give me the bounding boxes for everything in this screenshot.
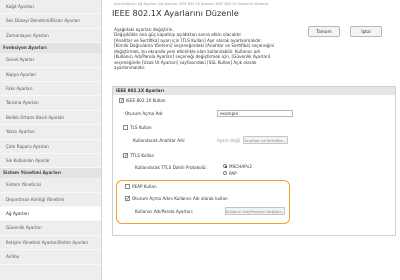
- tls-checkbox-label: TLS Kullan: [130, 125, 152, 130]
- highlight-frame: [116, 180, 290, 224]
- description: Aşağıdaki ayarları değiştirin. Değişikli…: [114, 27, 292, 71]
- ttls-checkbox-label: TTLS Kullan: [130, 153, 155, 158]
- sidebar-item-communication-management[interactable]: İletişim Yönetimi Ayarları/İletim Ayarla…: [0, 236, 101, 251]
- key-cert-label: Kullanılacak Anahtar Adı:: [133, 138, 186, 143]
- login-name-input[interactable]: example: [217, 110, 293, 117]
- ieee-checkbox[interactable]: ✓: [119, 97, 124, 103]
- panel-title: IEEE 802.1X Ayarları: [113, 87, 395, 95]
- sidebar-item-department-id[interactable]: Departman Kimliği Yönetimi: [0, 193, 101, 208]
- sidebar-item-general-settings[interactable]: Genel Ayarlar: [0, 53, 101, 68]
- description-line: [Kimlik Doğrulama Yöntemi] seçeneğindeki…: [114, 43, 275, 49]
- pap-radio[interactable]: [223, 171, 227, 175]
- sidebar-item-output-report-settings[interactable]: Çıktı Raporu Ayarları: [0, 140, 101, 154]
- sidebar-item-scan-settings[interactable]: Tarama Ayarları: [0, 96, 101, 111]
- main-content: Ayarlar/Kayıt: Ağ Ayarları: Ağ Ayarları:…: [108, 0, 400, 280]
- description-line: ayarlanmalıdır.: [114, 65, 146, 71]
- sidebar-section-function-settings: Fonksiyon Ayarları: [0, 43, 101, 54]
- ttls-protocol-label: Kullanılacak TTLS Dahili Protokolü:: [135, 165, 207, 170]
- key-cert-button[interactable]: Anahtar ve Sertifika...: [243, 136, 288, 144]
- ttls-checkbox[interactable]: ✓: [123, 152, 128, 158]
- ok-button[interactable]: Tamam: [308, 26, 340, 37]
- sidebar-item-fax-settings[interactable]: Faks Ayarları: [0, 82, 101, 97]
- tls-checkbox[interactable]: [123, 124, 128, 130]
- ieee-row: ✓ IEEE 802.1X Kullan: [119, 97, 166, 104]
- ttls-row: ✓ TTLS Kullan: [123, 152, 155, 159]
- key-value: Ayarlı değil: [217, 138, 241, 143]
- tls-row: TLS Kullan: [123, 124, 152, 131]
- sidebar-item-system-manager[interactable]: Sistem Yöneticisi: [0, 178, 101, 193]
- mschapv2-radio[interactable]: [223, 164, 227, 168]
- sidebar-item-volume-display[interactable]: Ses Düzeyi Denetimi/Ekran Ayarları: [0, 14, 101, 29]
- sidebar-item-timer-settings[interactable]: Zamanlayıcı Ayarları: [0, 29, 101, 44]
- sidebar-item-paper-settings[interactable]: Kağıt Ayarları: [0, 0, 101, 15]
- breadcrumb: Ayarlar/Kayıt: Ağ Ayarları: Ağ Ayarları:…: [114, 2, 269, 6]
- cancel-button[interactable]: İptal: [350, 26, 382, 37]
- sidebar-item-copy-settings[interactable]: Kopya Ayarları: [0, 68, 101, 82]
- ieee-checkbox-label: IEEE 802.1X Kullan: [126, 98, 166, 103]
- sidebar-item-airvox[interactable]: AirVox: [0, 250, 101, 265]
- protocol-option-pap[interactable]: PAP: [223, 171, 237, 176]
- page-title: IEEE 802.1X Ayarlarını Düzenle: [112, 8, 239, 18]
- pap-label: PAP: [229, 171, 237, 176]
- sidebar-section-system-management: Sistem Yönetimi Ayarları: [0, 168, 101, 179]
- mschapv2-label: MSCHAPv2: [229, 164, 252, 169]
- sidebar-item-security-settings[interactable]: Güvenlik Ayarları: [0, 221, 101, 236]
- sidebar-item-memory-media-settings[interactable]: Bellek Ortamı Basılı Ayarları: [0, 111, 101, 126]
- sidebar-item-favorite-settings[interactable]: Sık Kullanılan Ayarlar: [0, 154, 101, 169]
- protocol-option-mschapv2[interactable]: MSCHAPv2: [223, 164, 252, 169]
- sidebar: Kağıt Ayarları Ses Düzeyi Denetimi/Ekran…: [0, 0, 102, 280]
- sidebar-item-printer-settings[interactable]: Yazıcı Ayarları: [0, 125, 101, 140]
- description-line: [Kullanıcı Adı/Parola Ayarları] seçeneği…: [114, 54, 271, 60]
- login-name-label: Oturum Açma Adı:: [125, 111, 164, 116]
- sidebar-item-network-settings[interactable]: Ağ Ayarları: [0, 207, 101, 222]
